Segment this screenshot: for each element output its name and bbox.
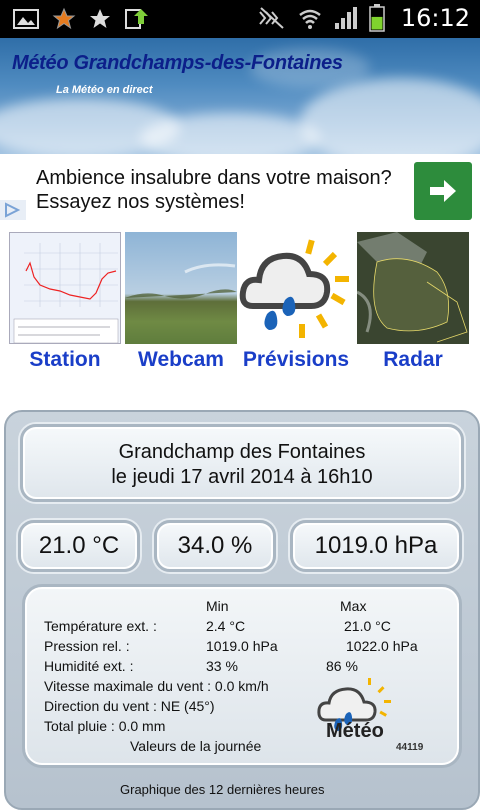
download-icon	[125, 9, 148, 29]
wind-max: Vitesse maximale du vent : 0.0 km/h	[44, 678, 269, 694]
daily-values-footer: Valeurs de la journée	[130, 738, 262, 754]
ad-text[interactable]: Ambience insalubre dans votre maison? Es…	[36, 166, 396, 214]
humidity-max: 86 %	[326, 658, 358, 674]
mute-icon	[259, 7, 284, 29]
pressure-min: 1019.0 hPa	[206, 638, 278, 654]
temp-min: 2.4 °C	[206, 618, 246, 634]
meteo-logo: Météo 44119	[316, 676, 428, 756]
rain-total: Total pluie : 0.0 mm	[44, 718, 166, 734]
temperature-chart-thumbnail[interactable]	[9, 232, 121, 344]
banner-title: Météo Grandchamps-des-Fontaines	[12, 52, 343, 74]
pressure-max: 1022.0 hPa	[346, 638, 418, 654]
min-header: Min	[206, 598, 229, 614]
banner-subtitle: La Météo en direct	[56, 84, 153, 96]
webcam-landscape-thumbnail[interactable]	[125, 232, 237, 344]
humidity-value: 34.0 %	[154, 520, 276, 572]
temp-label: Température ext. :	[44, 618, 157, 634]
wind-direction: Direction du vent : NE (45°)	[44, 698, 215, 714]
nav-label-webcam[interactable]: Webcam	[121, 348, 241, 372]
ad-choices-icon[interactable]	[0, 200, 26, 220]
star-icon	[90, 9, 110, 28]
gallery-icon	[13, 9, 39, 29]
humidity-min: 33 %	[206, 658, 238, 674]
header-banner: Météo Grandchamps-des-Fontaines La Météo…	[0, 38, 480, 154]
signal-icon	[334, 7, 357, 29]
ad-banner[interactable]: Ambience insalubre dans votre maison? Es…	[0, 154, 480, 232]
arrow-right-icon	[430, 180, 456, 202]
pressure-label: Pression rel. :	[44, 638, 130, 654]
status-bar: 16:12	[0, 0, 480, 38]
station-datetime: le jeudi 17 avril 2014 à 16h10	[111, 466, 373, 488]
station-header: Grandchamp des Fontaines le jeudi 17 avr…	[20, 424, 464, 502]
battery-icon	[369, 4, 385, 32]
graph-caption: Graphique des 12 dernières heures	[120, 782, 325, 797]
station-location: Grandchamp des Fontaines	[118, 441, 366, 463]
nav-label-station[interactable]: Station	[5, 348, 125, 372]
star-outline-icon	[52, 7, 76, 30]
temp-max: 21.0 °C	[344, 618, 391, 634]
logo-text: Météo	[326, 720, 384, 742]
max-header: Max	[340, 598, 367, 614]
wifi-icon	[299, 9, 321, 29]
weather-forecast-icon[interactable]	[239, 232, 351, 344]
nav-label-radar[interactable]: Radar	[353, 348, 473, 372]
nav-label-previsions[interactable]: Prévisions	[235, 348, 357, 372]
ad-go-button[interactable]	[414, 162, 472, 220]
pressure-value: 1019.0 hPa	[290, 520, 462, 572]
humidity-label: Humidité ext. :	[44, 658, 134, 674]
logo-code: 44119	[396, 742, 424, 753]
satellite-map-thumbnail[interactable]	[357, 232, 469, 344]
clock: 16:12	[400, 4, 470, 32]
temperature-value: 21.0 °C	[18, 520, 140, 572]
nav-tiles: Station Webcam Prévisions Radar	[0, 232, 480, 384]
